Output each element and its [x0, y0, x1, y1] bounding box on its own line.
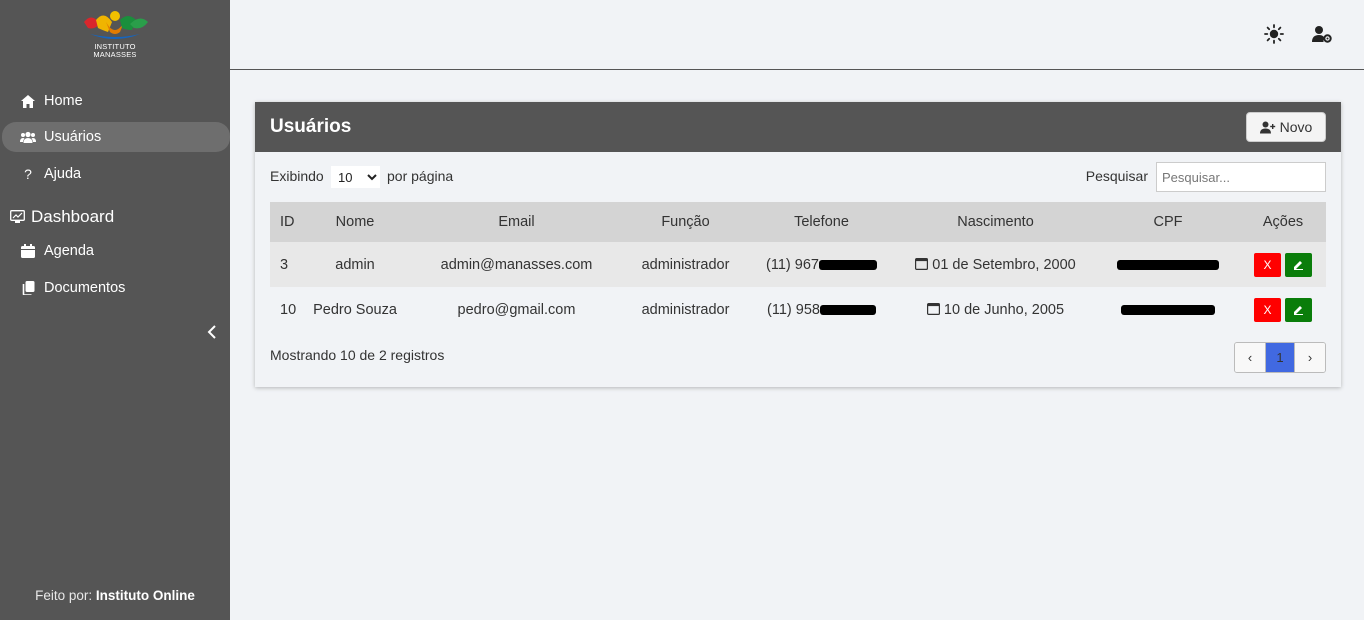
sidebar-item-label: Usuários [44, 129, 102, 145]
column-header-cpf[interactable]: CPF [1096, 202, 1240, 242]
card-header: Usuários Novo [255, 102, 1341, 152]
sidebar: INSTITUTO MANASSES Home Usuários ? Ajuda… [0, 0, 230, 620]
cell-nascimento: 10 de Junho, 2005 [895, 287, 1096, 332]
redaction-bar [818, 259, 877, 270]
telefone-visible: (11) 958 [767, 301, 820, 318]
delete-label: X [1263, 257, 1272, 272]
column-header-funcao[interactable]: Função [623, 202, 748, 242]
documents-icon [20, 280, 36, 296]
edit-button[interactable] [1285, 252, 1312, 277]
column-header-nascimento[interactable]: Nascimento [895, 202, 1096, 242]
redaction-bar [819, 304, 876, 315]
sidebar-item-documentos[interactable]: Documentos [0, 273, 230, 303]
cell-id: 3 [280, 256, 289, 273]
calendar-icon [926, 302, 940, 315]
user-settings-button[interactable] [1311, 23, 1333, 45]
records-summary: Mostrando 10 de 2 registros [270, 347, 445, 363]
cell-email: pedro@gmail.com [457, 301, 576, 318]
cell-telefone: (11) 967 [748, 242, 895, 287]
table-row: 3 admin admin@manasses.com administrador… [270, 242, 1326, 287]
footer-prefix: Feito por: [35, 588, 93, 603]
per-page-label: por página [387, 168, 454, 184]
table-row: 10 Pedro Souza pedro@gmail.com administr… [270, 287, 1326, 332]
cell-actions: X [1240, 242, 1326, 287]
sidebar-item-label: Agenda [44, 243, 94, 259]
sun-icon [1264, 24, 1284, 44]
add-user-icon [1259, 121, 1276, 134]
sidebar-section-label: Dashboard [31, 207, 115, 226]
cell-telefone: (11) 958 [748, 287, 895, 332]
sidebar-item-label: Documentos [44, 280, 126, 296]
telefone-visible: (11) 967 [766, 256, 819, 273]
per-page-select[interactable]: 10 [331, 166, 380, 188]
cell-funcao: administrador [641, 301, 730, 318]
sidebar-item-ajuda[interactable]: ? Ajuda [0, 159, 230, 189]
chevron-left-icon: ‹ [1247, 350, 1253, 365]
cell-actions: X [1240, 287, 1326, 332]
new-button-label: Novo [1279, 119, 1313, 135]
pagination-page-1[interactable]: 1 [1265, 343, 1295, 372]
search-label: Pesquisar [1085, 168, 1148, 184]
institute-logo[interactable]: INSTITUTO MANASSES [80, 8, 150, 60]
cell-funcao: administrador [641, 256, 730, 273]
home-icon [20, 93, 36, 109]
sidebar-footer: Feito por: Instituto Online [0, 588, 230, 603]
column-header-email[interactable]: Email [410, 202, 623, 242]
table-controls: Exibindo 10 por página Pesquisar [270, 162, 1326, 192]
search-input[interactable] [1156, 162, 1326, 192]
page-title: Usuários [270, 116, 352, 137]
nascimento-text: 01 de Setembro, 2000 [932, 256, 1076, 273]
pencil-icon [1294, 261, 1303, 270]
table-header-row: ID Nome Email Função Telefone Nascimento… [270, 202, 1326, 242]
user-settings-icon [1312, 26, 1332, 43]
delete-button[interactable]: X [1254, 252, 1281, 277]
cell-nome: Pedro Souza [313, 301, 397, 318]
sidebar-item-home[interactable]: Home [0, 86, 230, 116]
cell-nascimento: 01 de Setembro, 2000 [895, 242, 1096, 287]
question-icon: ? [24, 166, 32, 182]
sidebar-item-label: Ajuda [44, 166, 82, 182]
top-bar [230, 0, 1364, 70]
edit-button[interactable] [1285, 297, 1312, 322]
calendar-icon [20, 243, 36, 259]
column-header-id[interactable]: ID [270, 202, 300, 242]
redaction-bar [1121, 304, 1215, 315]
cell-id: 10 [280, 301, 297, 318]
users-table: ID Nome Email Função Telefone Nascimento… [270, 202, 1326, 332]
column-header-acoes: Ações [1262, 214, 1304, 230]
collapse-sidebar-button[interactable] [203, 322, 221, 342]
cell-nome: admin [335, 256, 375, 273]
sidebar-item-usuarios[interactable]: Usuários [2, 122, 230, 152]
new-user-button[interactable]: Novo [1246, 112, 1326, 142]
pagination: ‹ 1 › [1234, 342, 1326, 373]
column-header-telefone[interactable]: Telefone [748, 202, 895, 242]
cell-cpf [1096, 287, 1240, 332]
pagination-next-button[interactable]: › [1295, 343, 1325, 372]
chevron-left-icon [207, 325, 216, 339]
users-card: Usuários Novo Exibindo 10 por página Pes… [255, 102, 1341, 387]
footer-brand: Instituto Online [95, 588, 195, 603]
theme-toggle-button[interactable] [1263, 23, 1285, 45]
pagination-prev-button[interactable]: ‹ [1235, 343, 1265, 372]
users-icon [20, 129, 36, 145]
calendar-icon [915, 257, 929, 270]
cell-email: admin@manasses.com [440, 256, 593, 273]
cell-cpf [1096, 242, 1240, 287]
redaction-bar [1117, 259, 1219, 270]
sidebar-item-agenda[interactable]: Agenda [0, 236, 230, 266]
chevron-right-icon: › [1307, 350, 1313, 365]
show-label: Exibindo [270, 168, 324, 184]
sidebar-section-dashboard[interactable]: Dashboard [10, 205, 114, 229]
pencil-icon [1294, 306, 1303, 315]
delete-button[interactable]: X [1254, 297, 1281, 322]
dashboard-icon [10, 209, 26, 225]
nascimento-text: 10 de Junho, 2005 [943, 301, 1065, 318]
delete-label: X [1263, 302, 1272, 317]
logo-text-line-2: MANASSES [93, 50, 137, 59]
column-header-nome[interactable]: Nome [300, 202, 410, 242]
sidebar-item-label: Home [44, 93, 83, 109]
